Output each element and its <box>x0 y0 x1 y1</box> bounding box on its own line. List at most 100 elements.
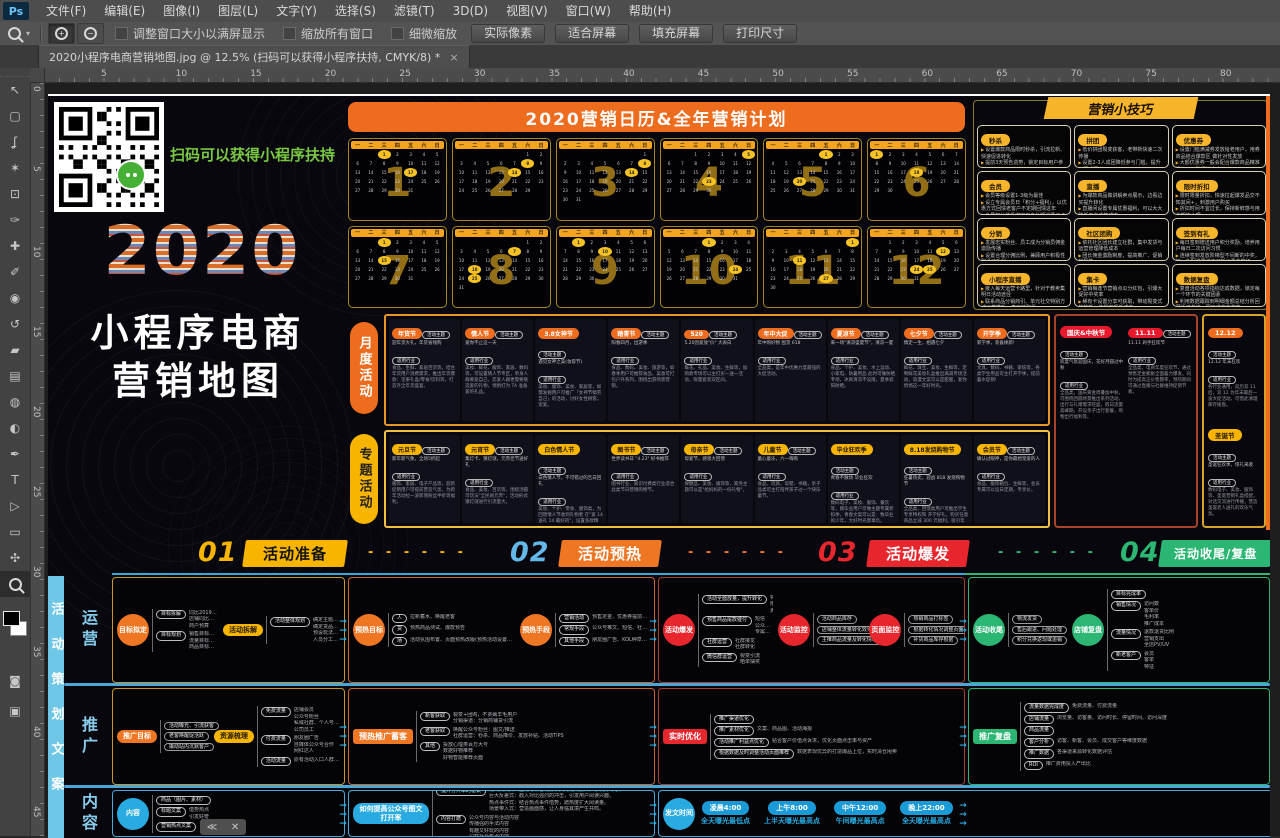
doc-control-icon-0[interactable]: ≪ <box>207 822 217 833</box>
menubar-item-5[interactable]: 选择(S) <box>326 0 385 22</box>
doc-control-icon-1[interactable]: ✕ <box>231 822 239 833</box>
healing-brush-tool-icon[interactable]: ✚ <box>0 233 30 259</box>
zoom-tool-icon[interactable] <box>0 571 30 597</box>
brush-tool-icon[interactable]: ✐ <box>0 259 30 285</box>
industry-text: 各行业通用，延历双 11 后，双 12 为年末最后一波大促活动，可借此清理库存尾… <box>1208 385 1260 409</box>
screen-mode-button[interactable]: ▣ <box>0 698 30 724</box>
menubar-item-3[interactable]: 图层(L) <box>209 0 267 22</box>
document-scroll-controls[interactable]: ≪✕ <box>200 819 246 835</box>
day: 29 <box>572 274 585 283</box>
bullet-icon: ▶ <box>981 240 984 245</box>
day: 3 <box>716 150 729 159</box>
clone-stamp-tool-icon[interactable]: ◉ <box>0 285 30 311</box>
menubar-item-8[interactable]: 视图(V) <box>497 0 557 22</box>
day: 2 <box>702 150 715 159</box>
crop-tool-icon[interactable]: ⊡ <box>0 181 30 207</box>
mindmap-cluster: 资源梳理免费流量店铺会员公众号粉丝私域社群、个人号好友公司员工付费流量朋友圈广告… <box>214 706 340 767</box>
ruler-number: 25 <box>31 486 41 497</box>
eyedropper-tool-icon[interactable]: ✑ <box>0 207 30 233</box>
leaf-text: 预售定金、优惠券提前领取 <box>592 614 650 621</box>
tip-label: 小程序直播 <box>981 273 1030 285</box>
tip-line: ▶设置门槛满减券发放给老用户，用券商品结合爆款区 做针对性发放 <box>1176 147 1262 160</box>
document-tab[interactable]: 2020小程序电商营销地图.jpg @ 12.5% (扫码可以获得小程序扶持, … <box>38 45 470 68</box>
hand-tool-icon[interactable]: ✣ <box>0 545 30 571</box>
tip-card-8: 签到有礼▶每日签到赠送用户积分奖励，培养用户每日二次访问习惯▶连续签到发放阶梯型… <box>1172 218 1266 261</box>
zoom-out-button[interactable]: − <box>77 23 104 44</box>
day: 11 <box>910 159 923 168</box>
lasso-tool-icon[interactable]: ʆ <box>0 129 30 155</box>
mindmap-group: 活动流量原有活动入口人群维护运营 <box>261 757 340 767</box>
day: 15 <box>521 168 534 177</box>
history-brush-tool-icon[interactable]: ↺ <box>0 311 30 337</box>
eraser-tool-icon[interactable]: ▰ <box>0 337 30 363</box>
leaf-text: 公司员工 <box>294 727 340 734</box>
group-leaves: 上半天曝光最高点 <box>764 817 820 826</box>
theme-text: 遇见女神之美(妆容节) <box>538 360 603 366</box>
quick-mask-button[interactable]: ◙ <box>0 668 30 694</box>
day: 18 <box>585 177 598 186</box>
day: 23 <box>534 177 547 186</box>
day: 9 <box>534 247 547 256</box>
menubar-item-1[interactable]: 编辑(E) <box>95 0 154 22</box>
highlighted-day: 25 <box>468 274 481 283</box>
option-checkbox-2[interactable]: 细微缩放 <box>391 25 457 42</box>
day: 23 <box>883 177 896 186</box>
tool-preset-caret-icon[interactable]: ▾ <box>26 29 30 38</box>
menubar-item-2[interactable]: 图像(I) <box>154 0 209 22</box>
day: 18 <box>468 177 481 186</box>
group-leaves: 店铺会员公众号粉丝私域社群、个人号好友公司员工 <box>294 707 340 733</box>
menubar-item-10[interactable]: 帮助(H) <box>620 0 680 22</box>
bullet-icon: ▶ <box>1176 299 1179 304</box>
pen-tool-icon[interactable]: ✒ <box>0 441 30 467</box>
day: 20 <box>495 177 508 186</box>
magic-wand-tool-icon[interactable]: ✶ <box>0 155 30 181</box>
leaf-text: 贴合客户价值点诉求，优化页面点击率与资产 <box>772 738 872 745</box>
menubar-item-9[interactable]: 窗口(W) <box>557 0 620 22</box>
zoom-tool-icon[interactable] <box>8 27 21 40</box>
mindmap-root: 发文时间 <box>663 798 695 830</box>
gradient-tool-icon[interactable]: ▤ <box>0 363 30 389</box>
day: 26 <box>481 186 494 195</box>
day: 13 <box>793 168 806 177</box>
day: 21 <box>625 177 638 186</box>
menubar-item-4[interactable]: 文字(Y) <box>267 0 326 22</box>
option-button-0[interactable]: 实际像素 <box>471 24 545 43</box>
option-checkbox-1[interactable]: 缩放所有窗口 <box>283 25 373 42</box>
day: 28 <box>689 274 702 283</box>
marquee-tool-icon[interactable]: ▢ <box>0 103 30 129</box>
tip-line: ▶低价拼团裂变获客，老带新快速二次传播 <box>1078 147 1164 160</box>
menubar-item-6[interactable]: 滤镜(T) <box>385 0 444 22</box>
bullet-icon: ▶ <box>981 253 984 258</box>
blur-tool-icon[interactable]: ◍ <box>0 389 30 415</box>
day: 16 <box>559 177 572 186</box>
close-tab-icon[interactable]: × <box>449 51 458 64</box>
panel-grip[interactable] <box>0 68 30 77</box>
day-blank <box>351 150 364 159</box>
option-button-2[interactable]: 填充屏幕 <box>639 24 713 43</box>
option-button-1[interactable]: 适合屏幕 <box>555 24 629 43</box>
group-label: 推广素材优化 <box>714 726 754 736</box>
theme-text: 圣诞狂欢季，惊礼来袭 <box>1208 463 1260 469</box>
zoom-in-button[interactable]: + <box>48 23 75 44</box>
mindmap-cluster: 如何提高公众号图文打开率提升打开率的秘诀疑问痛点式：围绕与读者切身相关的疑问展开… <box>353 790 624 837</box>
dodge-tool-icon[interactable]: ◐ <box>0 415 30 441</box>
move-tool-icon[interactable]: ↖ <box>0 77 30 103</box>
shape-tool-icon[interactable]: ▭ <box>0 519 30 545</box>
menubar-item-0[interactable]: 文件(F) <box>37 0 95 22</box>
leaf-text: 全天曝光最低点 <box>701 817 750 826</box>
document-canvas[interactable]: 扫码可以获得小程序扶持 2020 小程序电商 营销地图 2020营销日历&全年营… <box>48 94 1270 838</box>
path-select-tool-icon[interactable]: ▷ <box>0 493 30 519</box>
group-leaves: 会员客单特征 <box>1144 651 1154 671</box>
day: 8 <box>819 159 832 168</box>
foreground-color-swatch[interactable] <box>3 611 20 626</box>
mindmap-root: 推广复盘 <box>973 729 1017 744</box>
option-button-3[interactable]: 打印尺寸 <box>723 24 797 43</box>
day: 27 <box>676 274 689 283</box>
day: 17 <box>846 168 859 177</box>
highlighted-day: 8 <box>521 159 534 168</box>
ruler-number: 30 <box>474 69 485 79</box>
menubar-item-7[interactable]: 3D(D) <box>444 0 497 22</box>
type-tool-icon[interactable]: T <box>0 467 30 493</box>
day: 29 <box>521 186 534 195</box>
option-checkbox-0[interactable]: 调整窗口大小以满屏显示 <box>115 25 265 42</box>
